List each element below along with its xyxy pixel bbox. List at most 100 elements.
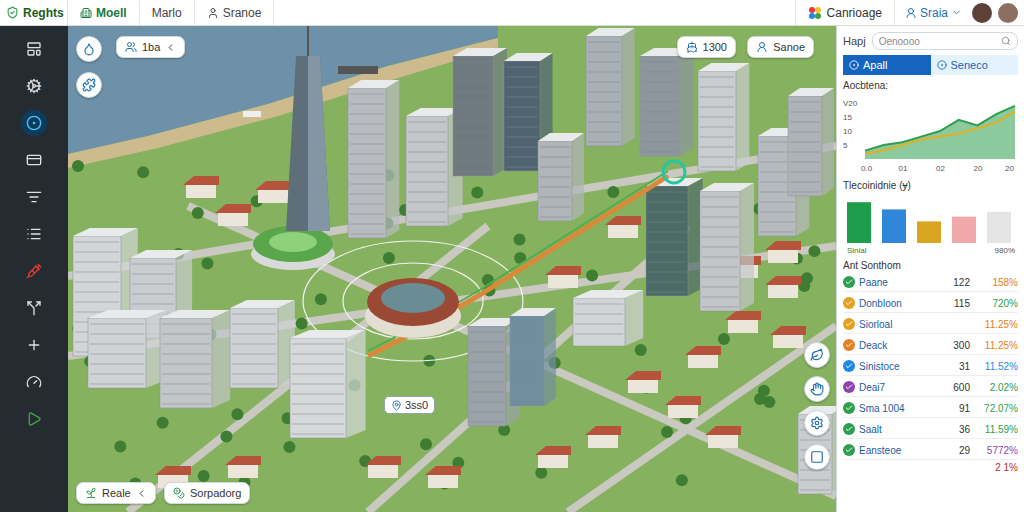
map-button[interactable] <box>76 36 102 62</box>
square-icon <box>810 450 824 464</box>
sidebar-icon <box>26 300 42 316</box>
pin-icon <box>391 400 402 411</box>
sidebar-item[interactable] <box>21 73 47 99</box>
building <box>538 133 584 221</box>
sidebar-item[interactable] <box>21 369 47 395</box>
map-control[interactable]: Reale <box>76 482 156 504</box>
panel-title: Hapj <box>843 35 866 47</box>
list-row[interactable]: Sinistoce3111.52% <box>843 357 1018 376</box>
sidebar-item[interactable] <box>21 258 47 284</box>
sidebar-icon <box>26 374 42 390</box>
tree <box>383 252 395 264</box>
tree <box>192 207 204 219</box>
sidebar-item[interactable] <box>21 147 47 173</box>
search-field[interactable]: Oenoooo <box>872 32 1018 50</box>
sidebar-icon <box>26 263 42 279</box>
chevron-down-icon <box>951 7 962 18</box>
building-icon <box>80 7 92 19</box>
chevron-left-icon <box>136 488 147 499</box>
tree <box>535 467 547 479</box>
city-scene[interactable] <box>68 26 836 512</box>
list-row[interactable]: Donbloon115720% <box>843 294 1018 313</box>
list-row[interactable]: Sma 10049172.07% <box>843 399 1018 418</box>
panel-tab[interactable]: Apall <box>843 55 931 75</box>
list-row[interactable]: Deai76002.02% <box>843 378 1018 397</box>
map-control[interactable]: 1ba <box>116 36 185 58</box>
map-control[interactable]: Sorpadorg <box>164 482 250 504</box>
map-button[interactable] <box>804 376 830 402</box>
sidebar-item[interactable] <box>21 184 47 210</box>
list-row[interactable]: Deack30011.25% <box>843 336 1018 355</box>
house <box>770 326 806 348</box>
city-map[interactable]: 1ba 1300 Sanoe Reale Sorpadorg 3ss0 <box>68 26 836 512</box>
sidebar-item[interactable] <box>21 406 47 432</box>
top-tab[interactable]: Moell <box>68 0 140 25</box>
ranking-list: Ant SonthomPaane122158%Donbloon115720%Si… <box>843 260 1018 473</box>
check-icon <box>843 297 855 309</box>
sidebar-item[interactable] <box>21 110 47 136</box>
building <box>290 330 366 438</box>
list-row[interactable]: Paane122158% <box>843 273 1018 292</box>
brand[interactable]: Canrioage <box>795 0 894 25</box>
gear-icon <box>810 416 824 430</box>
sidebar-item[interactable] <box>21 295 47 321</box>
building <box>510 308 556 406</box>
sidebar-icon <box>26 41 42 57</box>
svg-text:20: 20 <box>974 164 983 173</box>
stats-panel: HapjOenooooApallSenecoAocbtena:V20151050… <box>836 26 1024 512</box>
search-icon <box>1001 36 1011 46</box>
logo[interactable]: Reghts <box>0 0 68 25</box>
avatar[interactable] <box>998 3 1018 23</box>
tree <box>718 333 730 345</box>
tree <box>661 426 673 438</box>
avatar[interactable] <box>972 3 992 23</box>
check-icon <box>843 381 855 393</box>
building <box>88 310 166 388</box>
panel-tab[interactable]: Seneco <box>931 55 1019 75</box>
map-button[interactable] <box>804 410 830 436</box>
list-row[interactable]: Eansteoe295772% <box>843 441 1018 460</box>
sidebar-item[interactable] <box>21 36 47 62</box>
user-menu[interactable]: Sraia <box>894 0 972 25</box>
map-button[interactable] <box>804 342 830 368</box>
sidebar-icon <box>26 411 42 427</box>
top-tab[interactable]: Sranoe <box>195 0 275 25</box>
check-icon <box>843 318 855 330</box>
tree <box>420 438 432 450</box>
map-control[interactable]: 1300 <box>677 36 736 58</box>
house <box>765 241 801 263</box>
tree <box>157 417 169 429</box>
shield-icon <box>6 6 19 19</box>
svg-text:15: 15 <box>843 113 852 122</box>
svg-text:02: 02 <box>936 164 945 173</box>
list-row[interactable]: Saalt3611.59% <box>843 420 1018 439</box>
green-dome <box>251 226 335 270</box>
house <box>545 266 581 288</box>
house <box>685 346 721 368</box>
chart-bar <box>952 217 976 243</box>
top-tab[interactable]: Marlo <box>140 0 195 25</box>
building <box>798 406 836 494</box>
top-bar: ReghtsMoellMarloSranoe CanrioageSraia <box>0 0 1024 26</box>
selection-ring[interactable] <box>663 161 685 183</box>
sidebar-item[interactable] <box>21 221 47 247</box>
coins-icon <box>173 487 185 499</box>
map-button[interactable] <box>804 444 830 470</box>
sidebar-item[interactable] <box>21 332 47 358</box>
map-control[interactable]: Sanoe <box>747 36 814 58</box>
line-chart: V20151050.001022020 <box>843 93 1019 175</box>
map-marker[interactable]: 3ss0 <box>384 396 435 414</box>
tree <box>72 160 84 172</box>
sidebar-icon <box>26 337 42 353</box>
building <box>646 178 703 296</box>
svg-text:0.0: 0.0 <box>861 164 873 173</box>
map-button[interactable] <box>76 72 102 98</box>
chart-bar <box>847 202 871 243</box>
bar-chart-card: Tlecoinidnie (ɏ)Sinial980% <box>843 180 1018 255</box>
tree <box>676 474 688 486</box>
users-icon <box>125 41 137 53</box>
list-row[interactable]: Siorloal11.25% <box>843 315 1018 334</box>
chart-bar <box>987 212 1011 243</box>
tree <box>586 269 598 281</box>
central-station <box>365 278 461 338</box>
